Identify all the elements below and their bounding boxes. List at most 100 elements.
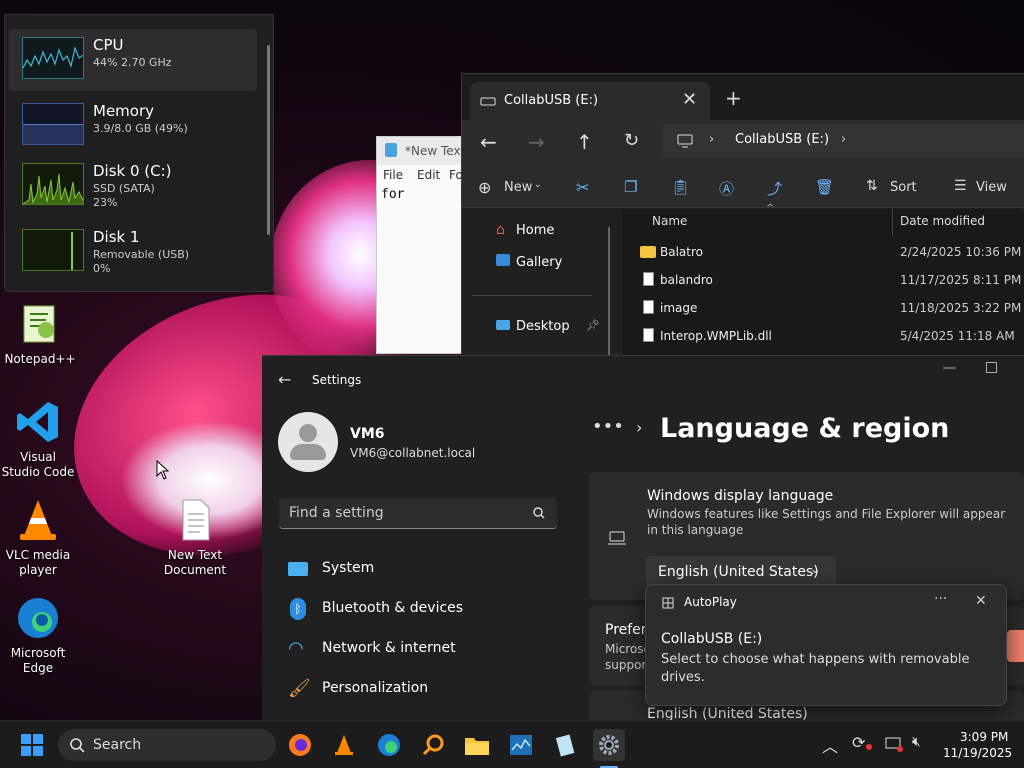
gallery-icon	[496, 254, 510, 266]
breadcrumb-drive[interactable]: CollabUSB (E:)	[735, 132, 829, 147]
display-language-desc: Windows features like Settings and File …	[647, 507, 1006, 537]
more-icon[interactable]: •••	[592, 416, 624, 437]
search-icon	[70, 738, 85, 753]
sidebar-item-desktop[interactable]: Desktop	[516, 319, 570, 334]
new-button[interactable]: New	[504, 180, 532, 195]
copy-icon[interactable]: ❐	[624, 178, 637, 196]
user-email: VM6@collabnet.local	[350, 446, 476, 460]
desktop-icon-edge[interactable]: Microsoft Edge	[0, 594, 76, 676]
up-arrow-icon[interactable]: ↑	[576, 130, 593, 154]
delete-icon[interactable]: 🗑︎	[815, 178, 834, 196]
sidebar-scrollbar[interactable]	[608, 227, 610, 355]
sort-ascending-icon: ^	[766, 203, 775, 214]
column-header-date[interactable]: Date modified	[900, 214, 985, 228]
table-row[interactable]: balandro 11/17/2025 8:11 PM	[622, 269, 1024, 295]
nav-item-bluetooth[interactable]: ᛒ Bluetooth & devices	[282, 592, 572, 628]
performance-widget: CPU 44% 2.70 GHz Memory 3.9/8.0 GB (49%)…	[4, 14, 274, 292]
minimize-icon[interactable]: —	[942, 360, 956, 376]
refresh-icon[interactable]: ↻	[624, 130, 639, 151]
file-date: 2/24/2025 10:36 PM	[900, 245, 1022, 259]
nav-item-network[interactable]: ◠ Network & internet	[282, 632, 572, 668]
volume-muted-icon[interactable]: 🔇︎	[912, 734, 921, 750]
explorer-tab[interactable]: CollabUSB (E:) ✕	[470, 82, 710, 120]
column-header-name[interactable]: Name	[652, 214, 687, 228]
notification-dot-icon	[866, 744, 872, 750]
autoplay-notification[interactable]: AutoPlay ··· ✕ CollabUSB (E:) Select to …	[645, 584, 1007, 706]
breadcrumb-chevron-icon[interactable]: ›	[841, 132, 846, 147]
perf-item-disk0[interactable]: Disk 0 (C:) SSD (SATA) 23%	[9, 155, 257, 217]
maximize-icon[interactable]	[986, 362, 997, 373]
cpu-graph	[22, 37, 84, 79]
pin-icon[interactable]: 📌︎	[586, 319, 600, 332]
edge-icon	[14, 594, 62, 642]
sidebar-item-gallery[interactable]: Gallery	[516, 255, 562, 270]
breadcrumb-chevron-icon: ›	[636, 418, 643, 437]
network-icon[interactable]	[885, 736, 903, 752]
notepad-tab[interactable]: *New Text	[377, 137, 467, 165]
show-hidden-icons-chevron[interactable]: ︿	[822, 733, 838, 757]
perf-item-disk1[interactable]: Disk 1 Removable (USB) 0%	[9, 221, 257, 283]
sort-button[interactable]: Sort	[890, 180, 917, 195]
system-icon	[288, 562, 308, 576]
desktop-icon-vscode[interactable]: Visual Studio Code	[0, 398, 76, 480]
column-divider[interactable]	[892, 209, 893, 235]
vscode-icon	[14, 398, 62, 446]
text-file-icon	[171, 496, 219, 544]
clock-date[interactable]: 11/19/2025	[943, 746, 1012, 760]
desktop-icon-vlc[interactable]: VLC media player	[0, 496, 76, 578]
settings-gear-icon[interactable]	[593, 729, 625, 761]
edge-icon[interactable]	[373, 729, 405, 761]
perf-item-memory[interactable]: Memory 3.9/8.0 GB (49%)	[9, 95, 257, 157]
forward-arrow-icon[interactable]: →	[528, 130, 545, 154]
file-explorer-icon[interactable]	[461, 729, 493, 761]
autoplay-app-name: AutoPlay	[684, 595, 737, 609]
notepad-menu-edit[interactable]: Edit	[417, 168, 440, 182]
sidebar-item-home[interactable]: Home	[516, 223, 554, 238]
add-language-button[interactable]	[1007, 630, 1024, 662]
update-icon[interactable]: ⟳	[852, 733, 865, 752]
taskbar-search[interactable]: Search	[58, 729, 276, 761]
task-manager-icon[interactable]	[505, 729, 537, 761]
close-tab-icon[interactable]: ✕	[682, 89, 697, 110]
notepad-text-area[interactable]: for	[381, 187, 404, 202]
perf-scrollbar[interactable]	[267, 45, 270, 235]
table-row[interactable]: Interop.WMPLib.dll 5/4/2025 11:18 AM	[622, 325, 1024, 351]
display-language-value: English (United States)	[658, 564, 819, 580]
start-button[interactable]	[16, 729, 48, 761]
usb-drive-icon	[480, 97, 496, 106]
share-icon[interactable]: ⤴	[767, 178, 782, 199]
magnifier-app-icon[interactable]	[417, 729, 449, 761]
view-button[interactable]: View	[976, 180, 1007, 195]
paste-icon[interactable]: 📋︎	[671, 178, 690, 196]
desktop-icon-notepadpp[interactable]: Notepad++	[2, 300, 78, 367]
nav-item-personalization[interactable]: 🖌︎ Personalization	[282, 672, 572, 708]
clock-time[interactable]: 3:09 PM	[960, 730, 1008, 744]
nav-item-system[interactable]: System	[282, 552, 572, 588]
table-row[interactable]: Balatro 2/24/2025 10:36 PM	[622, 241, 1024, 267]
close-icon[interactable]: ✕	[975, 593, 987, 609]
perf-detail: SSD (SATA)	[93, 182, 155, 195]
perf-item-cpu[interactable]: CPU 44% 2.70 GHz	[9, 29, 257, 91]
cut-icon[interactable]: ✂	[576, 178, 589, 197]
firefox-icon[interactable]	[284, 729, 316, 761]
nav-label: System	[322, 560, 375, 576]
autoplay-icon	[662, 597, 674, 609]
new-tab-icon[interactable]: +	[725, 86, 742, 110]
desktop-icon-new-text-document[interactable]: New Text Document	[157, 496, 233, 578]
search-placeholder: Find a setting	[289, 505, 384, 521]
perf-detail: 23%	[93, 196, 118, 209]
search-icon[interactable]	[533, 507, 545, 519]
notepad-menu-file[interactable]: File	[383, 168, 403, 182]
rename-icon[interactable]: Ⓐ	[719, 178, 734, 199]
back-arrow-icon[interactable]: ←	[480, 130, 497, 154]
address-bar[interactable]: › CollabUSB (E:) ›	[663, 124, 1024, 158]
settings-search-input[interactable]: Find a setting	[279, 498, 557, 529]
file-explorer-window: CollabUSB (E:) ✕ + ← → ↑ ↻ › CollabUSB (…	[461, 73, 1024, 355]
back-arrow-icon[interactable]: ←	[278, 370, 291, 389]
file-name: image	[660, 301, 698, 315]
vlc-icon[interactable]	[328, 729, 360, 761]
notepad-icon[interactable]	[549, 729, 581, 761]
table-row[interactable]: image 11/18/2025 3:22 PM	[622, 297, 1024, 323]
more-options-icon[interactable]: ···	[934, 591, 947, 607]
sort-icon: ⇅	[866, 178, 878, 194]
